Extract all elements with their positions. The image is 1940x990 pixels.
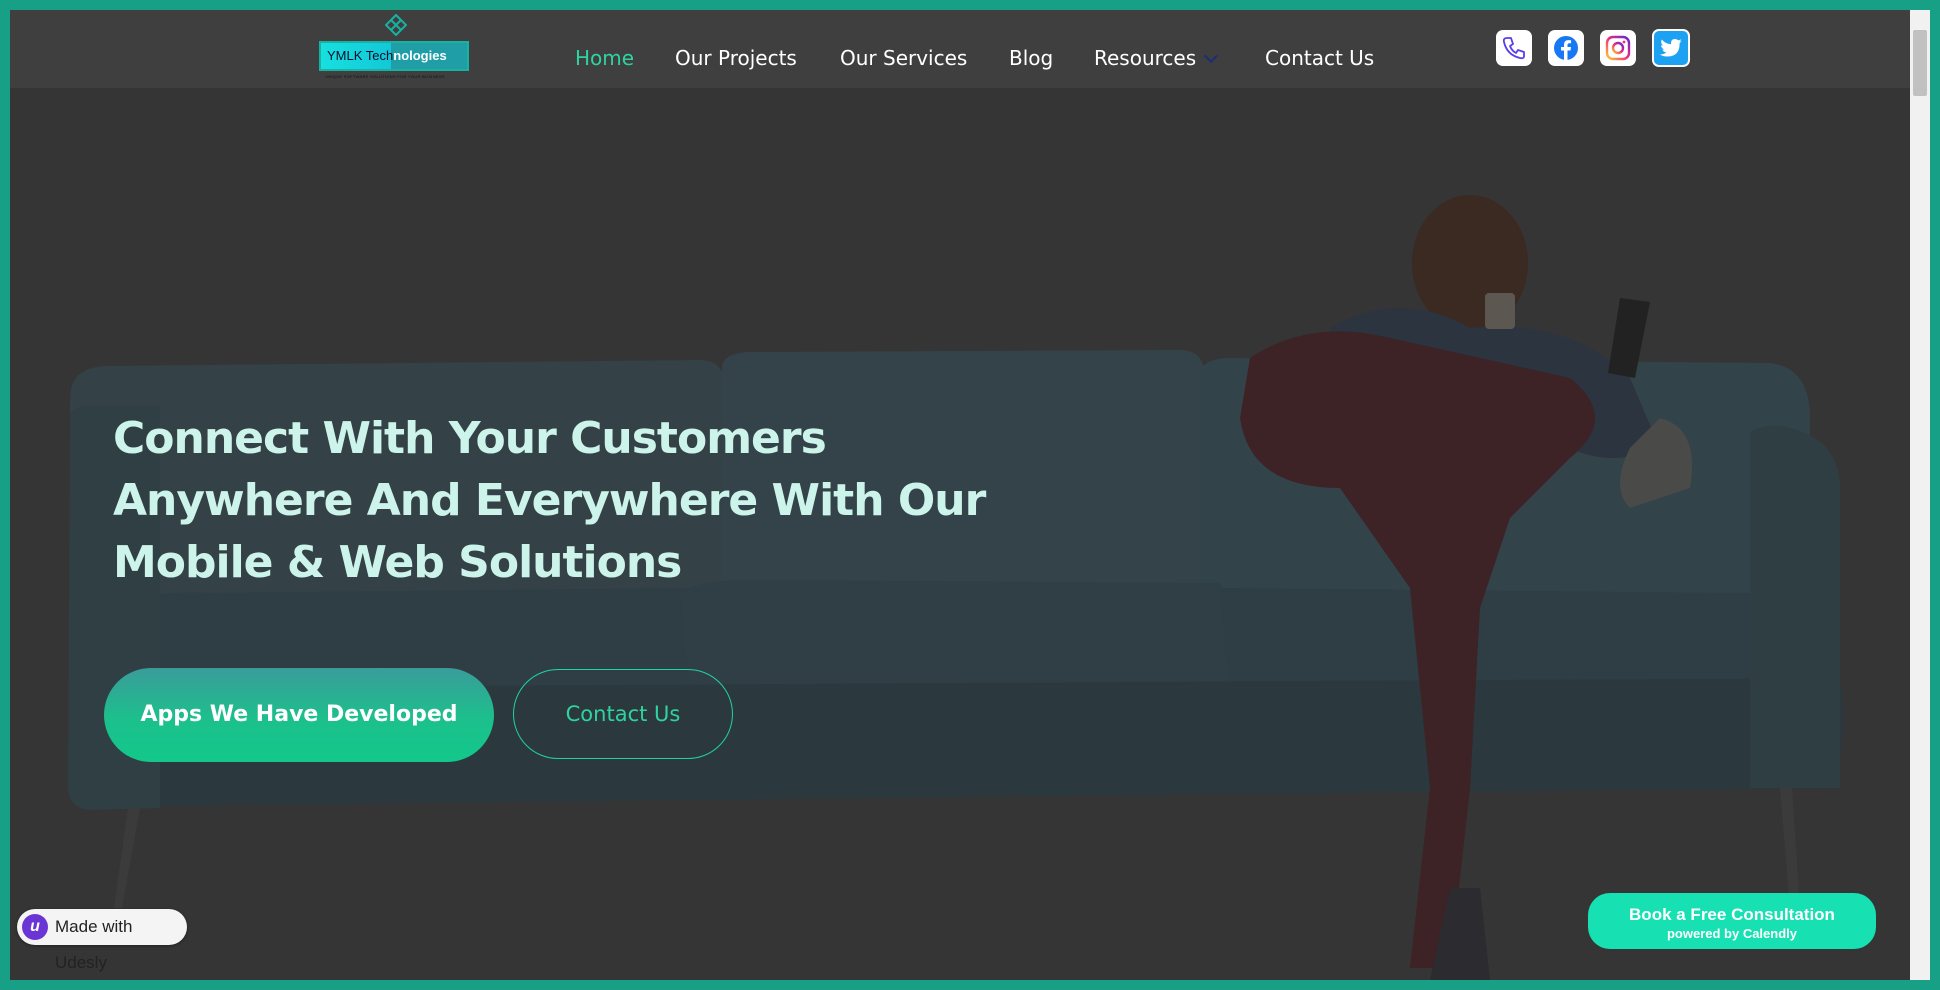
logo-name-part1: YMLK Tech xyxy=(327,48,394,63)
chevron-down-icon xyxy=(1204,48,1219,64)
nav-item-our-projects[interactable]: Our Projects xyxy=(675,46,797,70)
contact-us-button[interactable]: Contact Us xyxy=(513,669,733,759)
calendly-subtitle: powered by Calendly xyxy=(1666,926,1798,941)
book-consultation-button[interactable]: Book a Free Consultation powered by Cale… xyxy=(1588,893,1876,949)
logo-name-part2: nologies xyxy=(393,48,447,63)
twitter-link[interactable] xyxy=(1652,29,1690,67)
page-scrollbar[interactable] xyxy=(1910,10,1930,980)
hero-headline: Connect With Your Customers Anywhere And… xyxy=(113,413,986,588)
facebook-link[interactable] xyxy=(1548,30,1584,66)
phone-link[interactable] xyxy=(1496,30,1532,66)
udesly-logo-icon: u xyxy=(22,914,48,940)
twitter-icon xyxy=(1659,39,1682,57)
brand-logo[interactable]: YMLK Technologies UNIQUE SOFTWARE SOLUTI… xyxy=(315,12,477,87)
instagram-icon xyxy=(1605,35,1631,61)
udesly-badge-text: Made with Udesly xyxy=(55,917,133,972)
nav-item-resources[interactable]: Resources xyxy=(1094,46,1219,70)
nav-item-home[interactable]: Home xyxy=(575,46,634,70)
nav-item-contact-us[interactable]: Contact Us xyxy=(1265,46,1374,70)
phone-icon xyxy=(1502,37,1525,60)
logo-mark-icon xyxy=(385,14,407,36)
logo-tagline: UNIQUE SOFTWARE SOLUTIONS FOR YOUR BUSIN… xyxy=(325,74,445,79)
facebook-icon xyxy=(1554,36,1578,60)
made-with-udesly-badge[interactable]: u Made with Udesly xyxy=(17,909,187,972)
hero-section: Connect With Your Customers Anywhere And… xyxy=(10,88,1910,980)
apps-developed-button[interactable]: Apps We Have Developed xyxy=(104,668,494,762)
logo-wordmark: YMLK Technologies xyxy=(319,41,469,71)
nav-item-blog[interactable]: Blog xyxy=(1009,46,1053,70)
top-navbar: YMLK Technologies UNIQUE SOFTWARE SOLUTI… xyxy=(10,10,1910,88)
browser-viewport: Connect With Your Customers Anywhere And… xyxy=(10,10,1930,980)
nav-item-our-services[interactable]: Our Services xyxy=(840,46,967,70)
instagram-link[interactable] xyxy=(1600,30,1636,66)
scrollbar-thumb[interactable] xyxy=(1913,30,1927,96)
nav-item-resources-label: Resources xyxy=(1094,46,1197,70)
calendly-title: Book a Free Consultation xyxy=(1629,905,1835,924)
